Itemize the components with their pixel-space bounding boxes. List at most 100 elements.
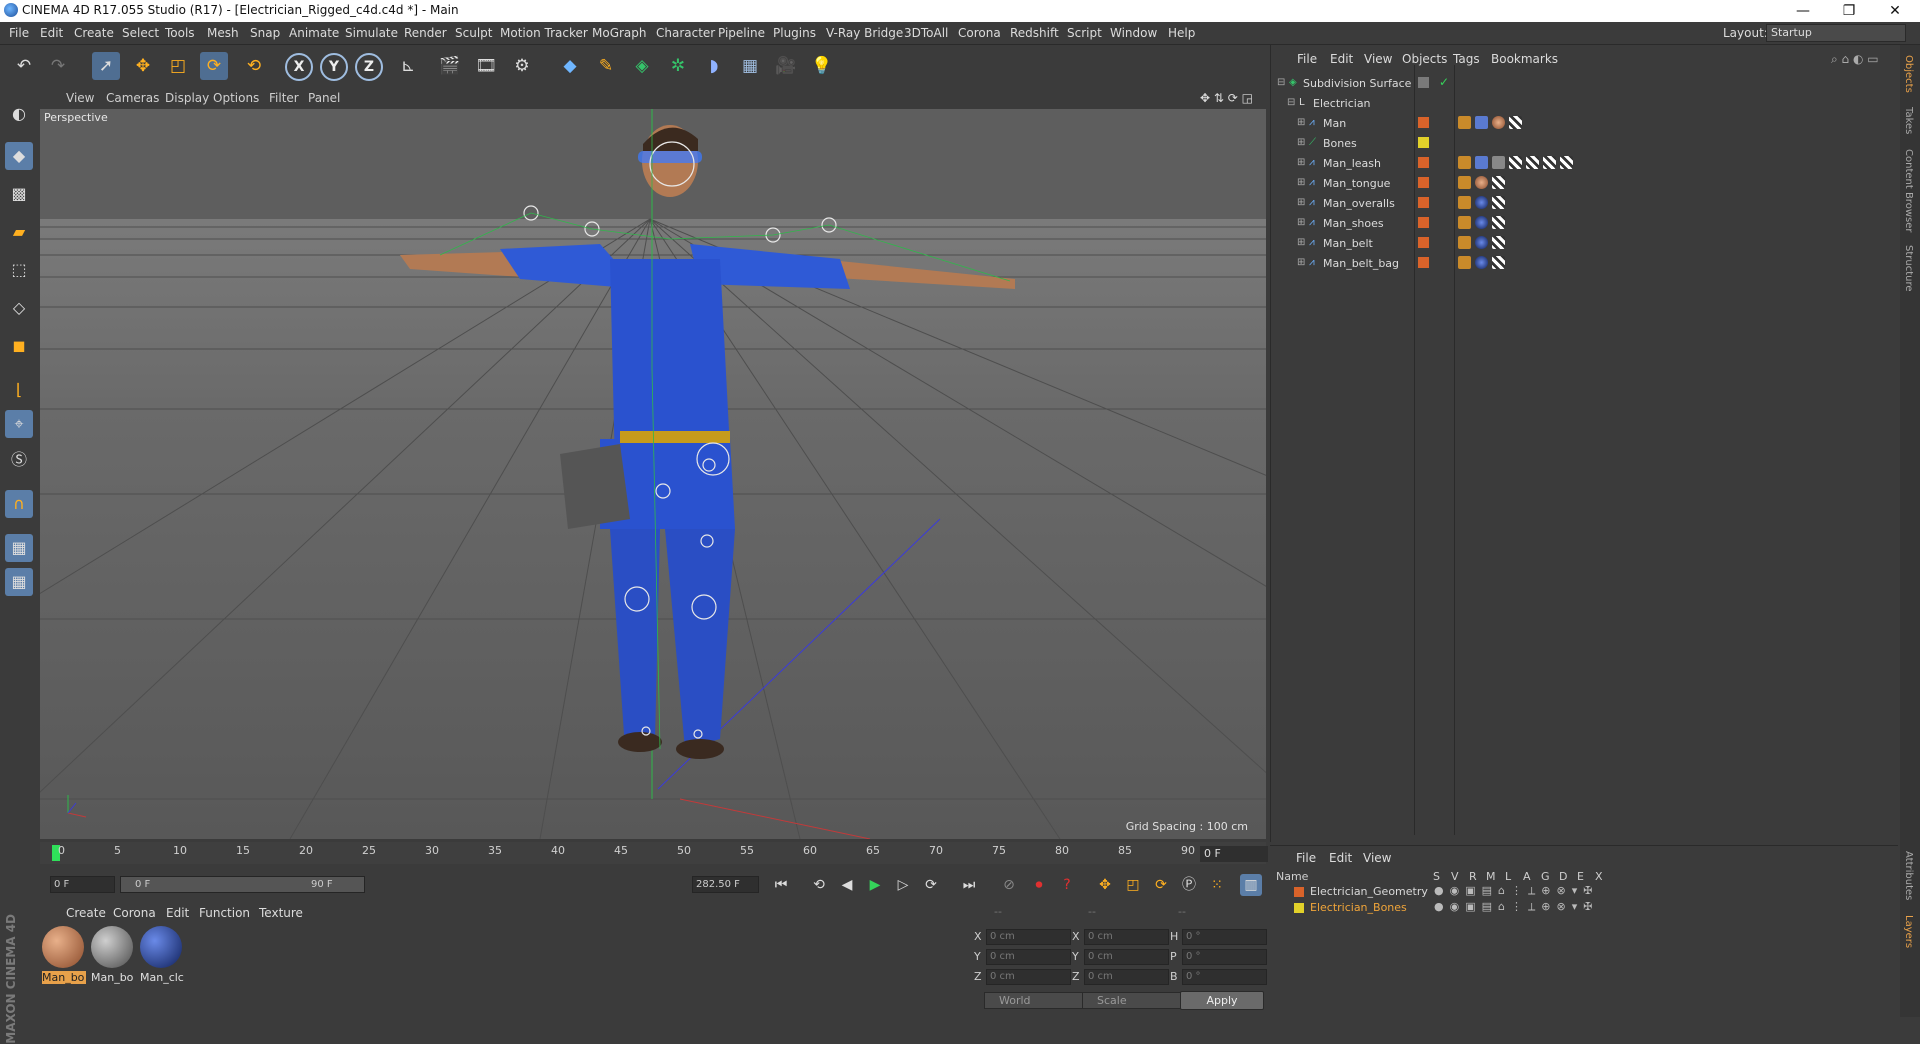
undo-icon[interactable]: ↶ — [10, 52, 38, 80]
y-axis-lock-icon[interactable]: Y — [320, 53, 348, 81]
objects-menu-view[interactable]: View — [1364, 52, 1392, 66]
viewport-menu-panel[interactable]: Panel — [308, 91, 340, 105]
object-row-electrician[interactable]: ⊟ L Electrician — [1271, 93, 1899, 113]
layers-menu-edit[interactable]: Edit — [1329, 851, 1352, 865]
play-forward-icon[interactable]: ▶ — [864, 874, 886, 896]
rotation-h-field[interactable]: 0 ° — [1182, 929, 1267, 945]
menu-tools[interactable]: Tools — [165, 26, 195, 40]
render-picture-viewer-icon[interactable]: 🎞 — [472, 52, 500, 80]
start-frame-field[interactable]: 0 F — [50, 876, 115, 893]
size-x-field[interactable]: 0 cm — [1084, 929, 1169, 945]
expand-icon[interactable]: ⊞ — [1297, 258, 1307, 268]
object-row-man[interactable]: ⊞ ⩘ Man — [1271, 113, 1899, 133]
menu-script[interactable]: Script — [1067, 26, 1102, 40]
next-key-icon[interactable]: ⟳ — [920, 874, 942, 896]
go-to-start-icon[interactable]: ⏮ — [770, 874, 792, 896]
size-z-field[interactable]: 0 cm — [1084, 969, 1169, 985]
tab-attributes[interactable]: Attributes — [1903, 851, 1914, 900]
go-to-end-icon[interactable]: ⏭ — [958, 874, 980, 896]
subdivision-surface-icon[interactable]: ◈ — [628, 52, 656, 80]
menu-simulate[interactable]: Simulate — [345, 26, 398, 40]
expand-icon[interactable]: ⊞ — [1297, 118, 1307, 128]
uvw-tag-icon[interactable] — [1509, 156, 1522, 169]
object-row-man-belt-bag[interactable]: ⊞ ⩘ Man_belt_bag — [1271, 253, 1899, 273]
light-icon[interactable]: 💡 — [808, 52, 836, 80]
live-selection-icon[interactable]: ➚ — [92, 52, 120, 80]
frame-range-slider[interactable]: 0 F 90 F — [120, 876, 365, 893]
current-frame-field[interactable]: 0 F — [1200, 846, 1268, 862]
material-swatch-man-body[interactable] — [42, 926, 84, 968]
polygons-mode-icon[interactable]: ◼ — [5, 332, 33, 360]
render-settings-icon[interactable]: ⚙ — [508, 52, 536, 80]
uvw-tag-icon[interactable] — [1492, 236, 1505, 249]
material-menu-edit[interactable]: Edit — [166, 906, 189, 920]
next-frame-icon[interactable]: ▷ — [892, 874, 914, 896]
position-z-field[interactable]: 0 cm — [986, 969, 1071, 985]
rotation-b-field[interactable]: 0 ° — [1182, 969, 1267, 985]
tab-structure[interactable]: Structure — [1903, 245, 1914, 292]
apply-button[interactable]: Apply — [1180, 991, 1264, 1010]
expand-icon[interactable]: ⊞ — [1297, 178, 1307, 188]
render-view-icon[interactable]: 🎬 — [436, 52, 464, 80]
tab-objects[interactable]: Objects — [1903, 55, 1914, 93]
menu-window[interactable]: Window — [1110, 26, 1157, 40]
tweak-mode-icon[interactable]: ⌖ — [5, 410, 33, 438]
planar-workplane-icon[interactable]: ▦ — [5, 568, 33, 596]
model-mode-icon[interactable]: ◆ — [5, 142, 33, 170]
layer-row-bones[interactable]: Electrician_Bones ●◉▣▤⌂⋮⟂⊕⊗▾✠ — [1270, 900, 1898, 916]
menu-snap[interactable]: Snap — [250, 26, 280, 40]
expand-icon[interactable]: ⊞ — [1297, 158, 1307, 168]
expand-icon[interactable]: ⊞ — [1297, 238, 1307, 248]
redo-icon[interactable]: ↷ — [44, 52, 72, 80]
scale-mode-dropdown[interactable]: Scale — [1082, 992, 1182, 1009]
edges-mode-icon[interactable]: ◇ — [5, 294, 33, 322]
skin-tag-icon[interactable] — [1475, 156, 1488, 169]
minimize-button[interactable]: — — [1780, 0, 1826, 22]
material-tag-icon[interactable] — [1475, 256, 1488, 269]
object-row-man-leash[interactable]: ⊞ ⩘ Man_leash — [1271, 153, 1899, 173]
collapse-icon[interactable]: ⊟ — [1287, 98, 1297, 108]
menu-file[interactable]: File — [9, 26, 29, 40]
size-y-field[interactable]: 0 cm — [1084, 949, 1169, 965]
workplane-lock-icon[interactable]: ▦ — [5, 534, 33, 562]
magnet-icon[interactable]: ∩ — [5, 490, 33, 518]
object-row-bones[interactable]: ⊞ ⟋ Bones — [1271, 133, 1899, 153]
menu-corona[interactable]: Corona — [958, 26, 1001, 40]
weight-tag-icon[interactable] — [1458, 156, 1471, 169]
coordinate-system-icon[interactable]: ⊾ — [394, 52, 422, 80]
weight-tag-icon[interactable] — [1458, 216, 1471, 229]
menu-sculpt[interactable]: Sculpt — [455, 26, 492, 40]
objects-menu-file[interactable]: File — [1297, 52, 1317, 66]
objects-menu-edit[interactable]: Edit — [1330, 52, 1353, 66]
pen-spline-icon[interactable]: ✎ — [592, 52, 620, 80]
material-tag-icon[interactable] — [1475, 196, 1488, 209]
viewport-menu-display[interactable]: Display — [165, 91, 209, 105]
axis-mode-icon[interactable]: ⌊ — [5, 376, 33, 404]
texture-mode-icon[interactable]: ▩ — [5, 180, 33, 208]
key-pla-icon[interactable]: ⁙ — [1206, 874, 1228, 896]
make-editable-icon[interactable]: ◐ — [5, 100, 33, 128]
coordinate-system-dropdown[interactable]: World — [984, 992, 1084, 1009]
material-menu-create[interactable]: Create — [66, 906, 106, 920]
uvw-tag-icon[interactable] — [1560, 156, 1573, 169]
weight-tag-icon[interactable] — [1458, 256, 1471, 269]
viewport-menu-view[interactable]: View — [66, 91, 94, 105]
snap-icon[interactable]: Ⓢ — [5, 446, 33, 474]
close-button[interactable]: ✕ — [1872, 0, 1918, 22]
expand-icon[interactable]: ⊞ — [1297, 138, 1307, 148]
uvw-tag-icon[interactable] — [1509, 116, 1522, 129]
previous-frame-icon[interactable]: ◀ — [836, 874, 858, 896]
menu-mograph[interactable]: MoGraph — [592, 26, 647, 40]
timeline-ruler[interactable]: 0 5 10 15 20 25 30 35 40 45 50 55 60 65 … — [40, 842, 1266, 864]
uvw-tag-icon[interactable] — [1526, 156, 1539, 169]
weight-tag-icon[interactable] — [1458, 116, 1471, 129]
object-row-man-shoes[interactable]: ⊞ ⩘ Man_shoes — [1271, 213, 1899, 233]
viewport-menu-cameras[interactable]: Cameras — [106, 91, 159, 105]
keyframe-selection-icon[interactable]: ? — [1056, 874, 1078, 896]
cube-object-icon[interactable]: ◆ — [556, 52, 584, 80]
floor-object-icon[interactable]: ▦ — [736, 52, 764, 80]
menu-pipeline[interactable]: Pipeline — [718, 26, 765, 40]
viewport-menu-filter[interactable]: Filter — [269, 91, 299, 105]
menu-animate[interactable]: Animate — [289, 26, 339, 40]
material-menu-function[interactable]: Function — [199, 906, 250, 920]
